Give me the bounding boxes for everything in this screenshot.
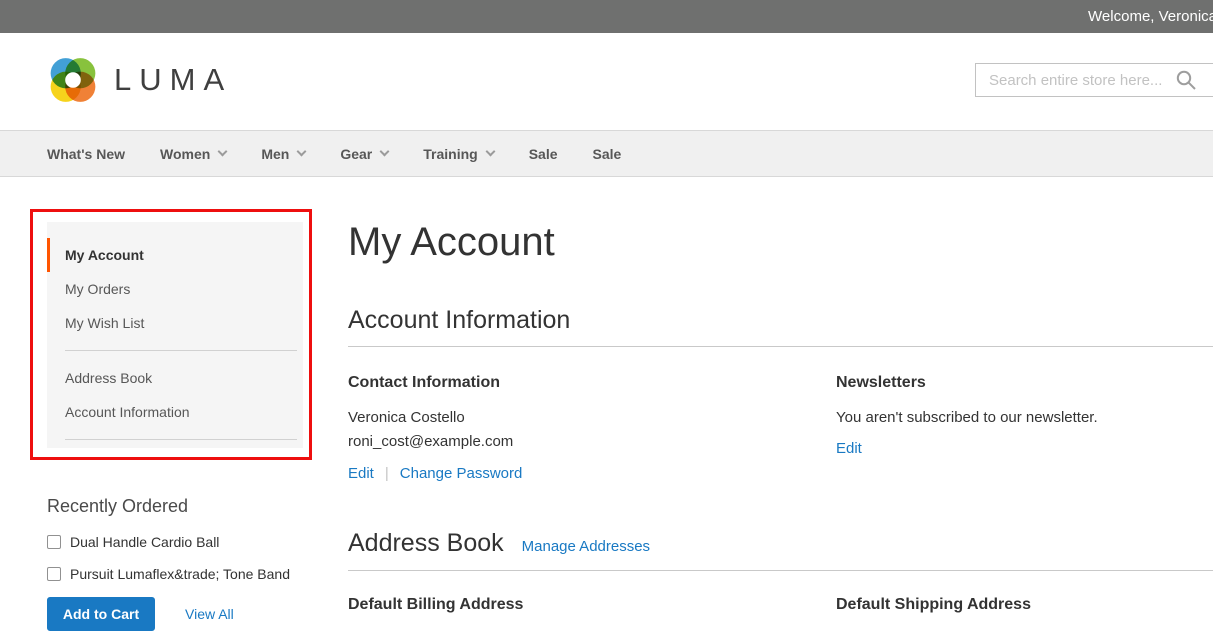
sidebar-divider: [65, 439, 297, 440]
default-billing-address-box: Default Billing Address: [348, 596, 523, 628]
luma-logo-icon: [47, 54, 99, 106]
nav-item-women[interactable]: Women: [160, 146, 226, 162]
sidebar-item-my-wish-list[interactable]: My Wish List: [47, 306, 303, 340]
default-billing-address-title: Default Billing Address: [348, 596, 523, 614]
edit-contact-link[interactable]: Edit: [348, 465, 374, 482]
sidebar-item-address-book[interactable]: Address Book: [47, 361, 303, 395]
link-separator: |: [385, 465, 389, 482]
main-navigation: What's New Women Men Gear Training Sale …: [0, 130, 1213, 177]
customer-name: Veronica Costello: [348, 406, 788, 430]
chevron-down-icon: [485, 147, 495, 157]
page-title: My Account: [348, 220, 555, 265]
welcome-message: Welcome, Veronica: [1088, 8, 1213, 25]
search-box: [975, 63, 1213, 97]
chevron-down-icon: [297, 147, 307, 157]
edit-newsletter-link[interactable]: Edit: [836, 440, 862, 457]
sidebar-item-account-information[interactable]: Account Information: [47, 395, 303, 429]
address-book-section-title: Address Book: [348, 529, 504, 558]
section-divider: [348, 346, 1213, 347]
product-name[interactable]: Dual Handle Cardio Ball: [70, 534, 219, 550]
contact-information-title: Contact Information: [348, 374, 788, 392]
logo-text: LUMA: [114, 62, 232, 98]
nav-item-sale-2[interactable]: Sale: [593, 146, 622, 162]
customer-email: roni_cost@example.com: [348, 430, 788, 454]
nav-item-men[interactable]: Men: [261, 146, 305, 162]
sidebar-item-my-orders[interactable]: My Orders: [47, 272, 303, 306]
nav-item-whats-new[interactable]: What's New: [47, 146, 125, 162]
nav-item-sale[interactable]: Sale: [529, 146, 558, 162]
address-book-header: Address Book Manage Addresses: [348, 529, 650, 558]
list-item: Pursuit Lumaflex&trade; Tone Band: [47, 566, 347, 582]
default-shipping-address-box: Default Shipping Address: [836, 596, 1031, 628]
nav-item-training[interactable]: Training: [423, 146, 493, 162]
chevron-down-icon: [218, 147, 228, 157]
recently-ordered-actions: Add to Cart View All: [47, 597, 347, 631]
contact-information-box: Contact Information Veronica Costello ro…: [348, 374, 788, 482]
contact-actions: Edit | Change Password: [348, 465, 788, 482]
newsletters-box: Newsletters You aren't subscribed to our…: [836, 374, 1213, 458]
recently-ordered-title: Recently Ordered: [47, 494, 347, 518]
search-icon[interactable]: [1176, 70, 1196, 90]
sidebar-divider: [65, 350, 297, 351]
section-divider: [348, 570, 1213, 571]
default-shipping-address-title: Default Shipping Address: [836, 596, 1031, 614]
manage-addresses-link[interactable]: Manage Addresses: [522, 538, 650, 555]
product-checkbox[interactable]: [47, 567, 61, 581]
nav-item-gear[interactable]: Gear: [340, 146, 388, 162]
store-logo[interactable]: LUMA: [47, 54, 232, 106]
account-information-section-title: Account Information: [348, 306, 570, 335]
product-name[interactable]: Pursuit Lumaflex&trade; Tone Band: [70, 566, 290, 582]
newsletter-status: You aren't subscribed to our newsletter.: [836, 406, 1213, 430]
chevron-down-icon: [380, 147, 390, 157]
newsletters-title: Newsletters: [836, 374, 1213, 392]
account-sidebar: My Account My Orders My Wish List Addres…: [47, 222, 303, 448]
product-checkbox[interactable]: [47, 535, 61, 549]
list-item: Dual Handle Cardio Ball: [47, 534, 347, 550]
add-to-cart-button[interactable]: Add to Cart: [47, 597, 155, 631]
change-password-link[interactable]: Change Password: [400, 465, 523, 482]
sidebar-item-my-account[interactable]: My Account: [47, 238, 303, 272]
top-panel: Welcome, Veronica: [0, 0, 1213, 33]
view-all-link[interactable]: View All: [185, 606, 234, 622]
recently-ordered-block: Recently Ordered Dual Handle Cardio Ball…: [47, 494, 347, 631]
